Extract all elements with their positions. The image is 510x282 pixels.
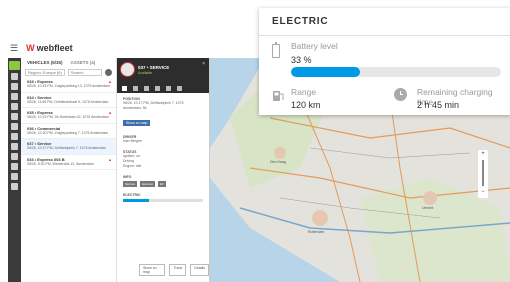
vehicles-tabs: VEHICLES (6/35) ASSETS (4) — [21, 58, 116, 67]
tab-vehicles[interactable]: VEHICLES (6/35) — [27, 60, 63, 65]
detail-footer: Show on map Trace Details — [139, 264, 209, 276]
orders-nav-icon[interactable] — [11, 133, 18, 140]
battery-label: Battery level — [291, 41, 338, 51]
show-on-map-button[interactable]: Show on map — [123, 120, 151, 126]
zoom-in-button[interactable]: + — [478, 150, 488, 158]
electric-section: ELECTRIC — [117, 189, 209, 204]
position-value: 08/26, 10:17 PM, Delflandplein 7, 1075 A… — [123, 101, 184, 110]
vehicle-list-item[interactable]: 035 • Express 08/26, 10:22 PM, De Boelel… — [21, 108, 116, 124]
vehicle-list-item[interactable]: 033 • Express 08/26, 10:15 PM, Zuigerpad… — [21, 77, 116, 93]
alert-icon: ▲ — [108, 79, 112, 84]
alerts-nav-icon[interactable] — [11, 153, 18, 160]
zoom-out-button[interactable]: − — [478, 188, 488, 196]
settings-nav-icon[interactable] — [11, 113, 18, 120]
zoom-control: + − — [478, 150, 488, 198]
tab-driver-icon[interactable] — [133, 86, 138, 91]
footer-show-on-map-button[interactable]: Show on map — [139, 264, 166, 276]
charging-station-icon — [273, 91, 284, 101]
status-section: STATUS Ignition: on Driving Engine: idle — [117, 146, 209, 171]
vehicle-avatar — [120, 62, 135, 77]
tab-alerts-icon[interactable] — [155, 86, 160, 91]
filter-settings-icon[interactable] — [105, 68, 112, 76]
vehicle-list-item-selected[interactable]: 037 • Service 08/26, 10:17 PM, Delflandp… — [21, 139, 116, 155]
battery-value: 33 % — [291, 55, 312, 65]
truck-nav-icon[interactable] — [11, 73, 18, 80]
vehicles-panel: VEHICLES (6/35) ASSETS (4) Region: Europ… — [21, 58, 117, 282]
vehicle-subtitle: 08/26, 8:30 PM, Westerdok 13, Amsterdam — [27, 161, 94, 166]
vehicle-status: Available — [138, 71, 153, 75]
report-nav-icon[interactable] — [11, 103, 18, 110]
position-section: POSITION 08/26, 10:17 PM, Delflandplein … — [117, 93, 209, 131]
app-bar: ☰ Wwebfleet — [0, 40, 230, 56]
vehicle-detail-panel: 037 • SERVICE Available × POSITION 08/26… — [117, 58, 210, 282]
driver-value: Ivan Bergen — [123, 139, 142, 143]
help-nav-icon[interactable] — [11, 183, 18, 190]
electric-label: ELECTRIC — [123, 193, 141, 197]
calendar-nav-icon[interactable] — [11, 163, 18, 170]
close-icon[interactable]: × — [202, 61, 205, 67]
charging-time-value: 2 h 45 min — [417, 100, 460, 110]
vehicle-list-item[interactable]: 034 • Service 08/26, 11:08 PM, Driefland… — [21, 93, 116, 108]
info-label: INFO — [123, 175, 132, 179]
driver-section: DRIVER Ivan Bergen — [117, 131, 209, 146]
alert-icon: ▲ — [108, 110, 112, 115]
detail-header: 037 • SERVICE Available × — [117, 58, 209, 84]
battery-progress-fill — [291, 67, 361, 77]
tab-overview-icon[interactable] — [122, 86, 127, 91]
zoom-slider[interactable] — [482, 160, 484, 186]
vehicle-subtitle: 08/26, 10:22 PM, De Boelelaan 32, 1075 A… — [27, 115, 109, 119]
vehicles-toolbar: Region: Europe (6) Search — [21, 67, 116, 77]
chip-list: Service Express EV — [123, 181, 203, 187]
popup-divider — [259, 35, 510, 36]
vehicle-name: 037 • SERVICE — [138, 65, 170, 70]
messages-nav-icon[interactable] — [11, 123, 18, 130]
vehicle-list-item[interactable]: 036 • Commercial 08/26, 10:20 PM, Zuiger… — [21, 124, 116, 139]
tab-assets[interactable]: ASSETS (4) — [71, 60, 96, 65]
chip[interactable]: Service — [123, 181, 138, 187]
electric-popup: ELECTRIC Battery level 33 % Range 120 km… — [259, 8, 510, 115]
route-nav-icon[interactable] — [11, 93, 18, 100]
nav-rail — [8, 58, 21, 282]
battery-icon — [272, 41, 280, 58]
tab-settings-icon[interactable] — [177, 86, 182, 91]
battery-progress — [291, 67, 501, 77]
region-filter[interactable]: Region: Europe (6) — [25, 68, 65, 76]
range-value: 120 km — [291, 100, 321, 110]
footer-details-button[interactable]: Details — [190, 264, 209, 276]
vehicle-search-input[interactable]: Search — [67, 68, 102, 76]
battery-mini-bar — [123, 199, 203, 202]
popup-title: ELECTRIC — [272, 16, 329, 27]
alert-icon: ▲ — [108, 156, 112, 162]
info-section: INFO Service Express EV — [117, 171, 209, 189]
detail-tabs — [117, 84, 209, 93]
vehicle-subtitle: 08/26, 10:20 PM, Zuigerpadweg 7, 1075 Am… — [27, 130, 109, 135]
map-city-label: Den Haag — [270, 160, 286, 164]
places-nav-icon[interactable] — [11, 143, 18, 150]
map-city-label: Rotterdam — [308, 230, 325, 234]
tab-tools-icon[interactable] — [166, 86, 171, 91]
range-label: Range — [291, 87, 317, 97]
battery-mini-fill — [123, 199, 150, 202]
vehicle-subtitle: 08/26, 10:15 PM, Zuigerpadweg 13, 1075 A… — [27, 84, 111, 88]
map-nav-icon[interactable] — [11, 173, 18, 180]
menu-icon[interactable]: ☰ — [10, 43, 18, 54]
map-city-label: Utrecht — [422, 206, 434, 210]
vehicles-nav-icon[interactable] — [9, 61, 20, 70]
logo: Wwebfleet — [26, 43, 73, 53]
vehicle-subtitle: 08/26, 10:17 PM, Delflandplein 7, 1075 A… — [27, 146, 107, 150]
chip[interactable]: EV — [157, 181, 166, 187]
tab-messages-icon[interactable] — [144, 86, 149, 91]
vehicle-list-item[interactable]: 033 • Express 003 B 08/26, 8:30 PM, West… — [21, 155, 116, 170]
chip[interactable]: Express — [140, 181, 155, 187]
vehicle-subtitle: 08/26, 11:08 PM, Drieflandstraat 5, 1075… — [27, 99, 109, 104]
driver-nav-icon[interactable] — [11, 83, 18, 90]
clock-icon — [394, 88, 407, 101]
footer-trace-button[interactable]: Trace — [169, 264, 187, 276]
status-value: Engine: idle — [123, 164, 142, 168]
